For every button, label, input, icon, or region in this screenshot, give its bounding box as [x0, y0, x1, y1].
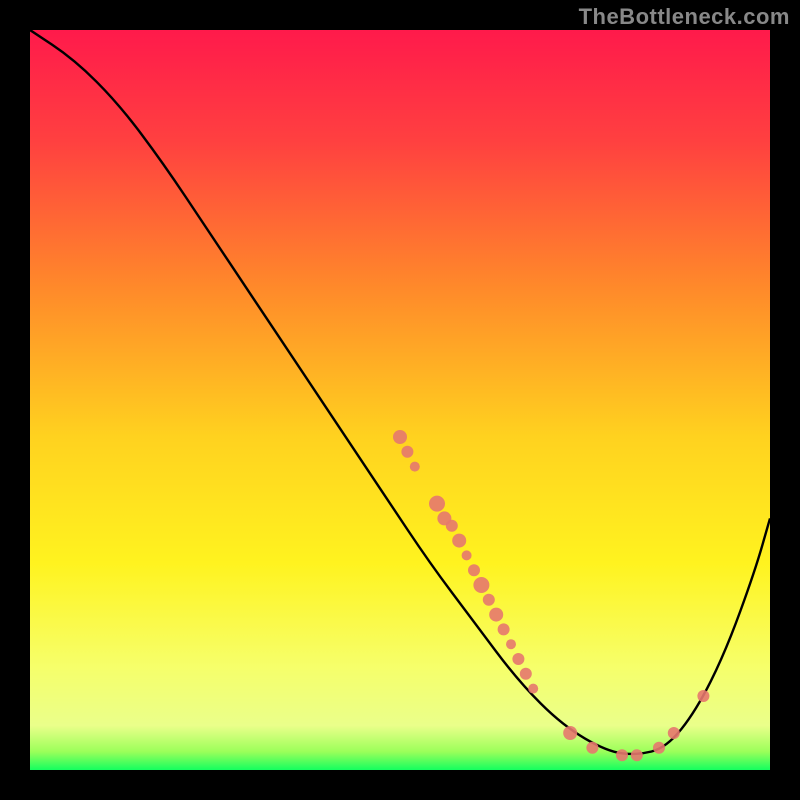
- data-point: [616, 749, 628, 761]
- data-point: [393, 430, 407, 444]
- data-point: [520, 668, 532, 680]
- data-point: [668, 727, 680, 739]
- data-point: [473, 577, 489, 593]
- data-point: [586, 742, 598, 754]
- data-point: [468, 564, 480, 576]
- chart-frame: TheBottleneck.com: [0, 0, 800, 800]
- data-point: [512, 653, 524, 665]
- data-point: [483, 594, 495, 606]
- data-point: [489, 608, 503, 622]
- data-point: [401, 446, 413, 458]
- heatmap-background: [30, 30, 770, 770]
- data-point: [631, 749, 643, 761]
- data-point: [498, 623, 510, 635]
- bottleneck-curve-chart: [30, 30, 770, 770]
- data-point: [452, 534, 466, 548]
- data-point: [697, 690, 709, 702]
- data-point: [506, 639, 516, 649]
- data-point: [563, 726, 577, 740]
- data-point: [653, 742, 665, 754]
- data-point: [528, 684, 538, 694]
- data-point: [446, 520, 458, 532]
- data-point: [462, 550, 472, 560]
- data-point: [410, 462, 420, 472]
- data-point: [429, 496, 445, 512]
- attribution-label: TheBottleneck.com: [579, 4, 790, 30]
